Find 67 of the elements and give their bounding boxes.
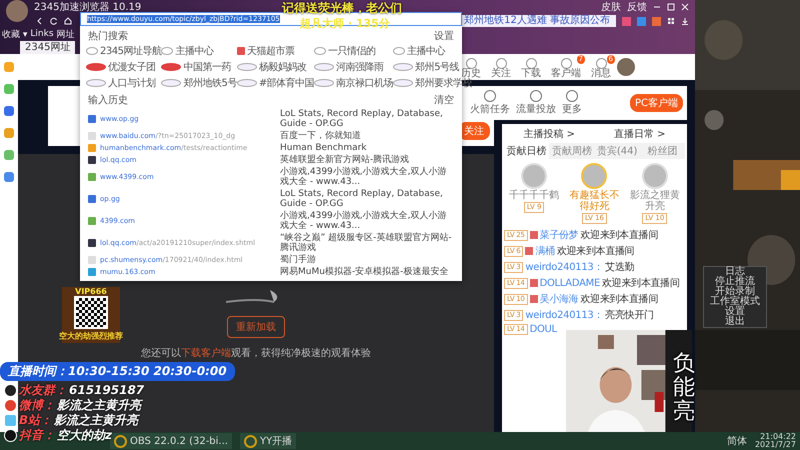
user-name: 千千千千鹤 — [509, 190, 560, 201]
download-link[interactable]: 下载客户端 — [181, 348, 231, 359]
chat-message: 艾迭勤 — [605, 260, 634, 274]
menu-item[interactable]: 停止推流 — [704, 277, 766, 287]
settings-link[interactable]: 设置 — [434, 29, 454, 43]
menu-item[interactable]: 工作室模式 — [704, 297, 766, 307]
user-name[interactable]: 吴小海海 — [540, 292, 578, 306]
section-title: 输入历史 — [88, 94, 128, 107]
player-hint: 您还可以下载客户端观看，获得纯净极速的观看体验 — [141, 346, 371, 360]
stream-caption: 记得送荧光棒，老公们 — [282, 1, 402, 15]
chat-message: 欢迎来到本直播间 — [580, 292, 658, 306]
schedule-banner: 直播时间：10:30-15:30 20:30-0:00 — [0, 362, 235, 381]
suggestion-item[interactable]: 主播中心 — [161, 44, 237, 58]
header-link[interactable]: 关注 — [487, 55, 515, 79]
menu-item[interactable]: 退出 — [704, 317, 766, 327]
bookmark-item[interactable]: Links — [30, 29, 54, 39]
social-label: 微博： — [19, 398, 55, 413]
chat-message: 欢迎来到本直播间 — [580, 228, 658, 242]
toolbar-link[interactable]: 皮肤 — [601, 0, 621, 14]
social-label: 抖音： — [19, 428, 55, 443]
user-name: 有趣猛长不得好死 — [568, 190, 620, 212]
tool-button[interactable]: 更多 — [562, 90, 582, 116]
suggestion-item[interactable]: 河南强降雨 — [314, 60, 394, 74]
suggestion-item[interactable]: 郑州地铁5号 — [161, 76, 237, 90]
suggestion-item[interactable]: 天猫超市票 — [236, 44, 314, 58]
ime-indicator[interactable]: 简体 — [726, 434, 747, 448]
rank-tab[interactable]: 贡献日榜 — [504, 143, 550, 159]
suggestion-item[interactable]: #部体育中国 — [236, 76, 314, 90]
chat-message: 欢迎来到本直播间 — [556, 244, 634, 258]
social-value: 影流之主黄升亮 — [54, 413, 138, 428]
suggestion-item[interactable]: 优漫女子团 — [86, 60, 162, 74]
header-link[interactable]: 下载 — [517, 55, 545, 79]
suggestion-item[interactable]: 人口与计划 — [86, 76, 162, 90]
toolbar-link[interactable]: 反馈 — [627, 0, 647, 14]
bookmark-item[interactable]: 收藏 ▾ — [2, 28, 28, 40]
panel-link[interactable]: 直播日常 > — [614, 127, 666, 141]
suggestion-item[interactable]: 一只情侣的 — [314, 44, 394, 58]
menu-item[interactable]: 日志 — [704, 267, 766, 277]
chat-message: 欢迎来到本直播间 — [602, 276, 680, 290]
suggestion-item[interactable]: 南京禄口机场 — [314, 76, 394, 90]
panel-link[interactable]: 主播投稿 > — [523, 127, 576, 141]
section-title: 热门搜索 — [88, 30, 128, 43]
window-title: 2345加速浏览器 10.19 — [34, 0, 142, 14]
social-label: B站： — [19, 413, 52, 428]
taskbar-item[interactable]: YY开播 — [240, 433, 296, 449]
user-name: 影流之狸黄升亮 — [628, 190, 681, 212]
ad-caption: 空大的劫强烈推荐 — [59, 330, 123, 342]
streamer-name: 负能亮 — [673, 352, 695, 425]
suggestion-item[interactable]: 2345网址导航 — [86, 44, 162, 58]
tool-button[interactable]: 流量投放 — [516, 90, 556, 116]
menu-item[interactable]: 设置 — [704, 307, 766, 317]
tool-button[interactable]: 火箭任务 — [470, 90, 510, 116]
chat-message: 亮亮快开门 — [605, 308, 654, 322]
browser-tab[interactable]: 2345网址 — [20, 41, 76, 54]
social-value: 空大的劫z — [57, 428, 112, 443]
social-value: 影流之主黄升亮 — [57, 398, 141, 413]
clock[interactable]: 21:04:22 2021/7/27 — [754, 433, 800, 449]
suggestion-item[interactable]: 杨毅妈妈改 — [236, 60, 314, 74]
suggestion-item[interactable]: 主播中心 — [393, 44, 472, 58]
ad-title: VIP666 — [75, 287, 107, 296]
user-name[interactable]: 菜子份梦 — [540, 228, 578, 242]
bookmark-item[interactable]: 网址 — [56, 28, 75, 40]
clear-link[interactable]: 清空 — [434, 93, 454, 107]
menu-item[interactable]: 开始录制 — [704, 287, 766, 297]
social-value: 615195187 — [69, 383, 144, 398]
suggestion-item[interactable]: 中国第一药 — [161, 60, 237, 74]
social-label: 水友群： — [19, 383, 67, 398]
